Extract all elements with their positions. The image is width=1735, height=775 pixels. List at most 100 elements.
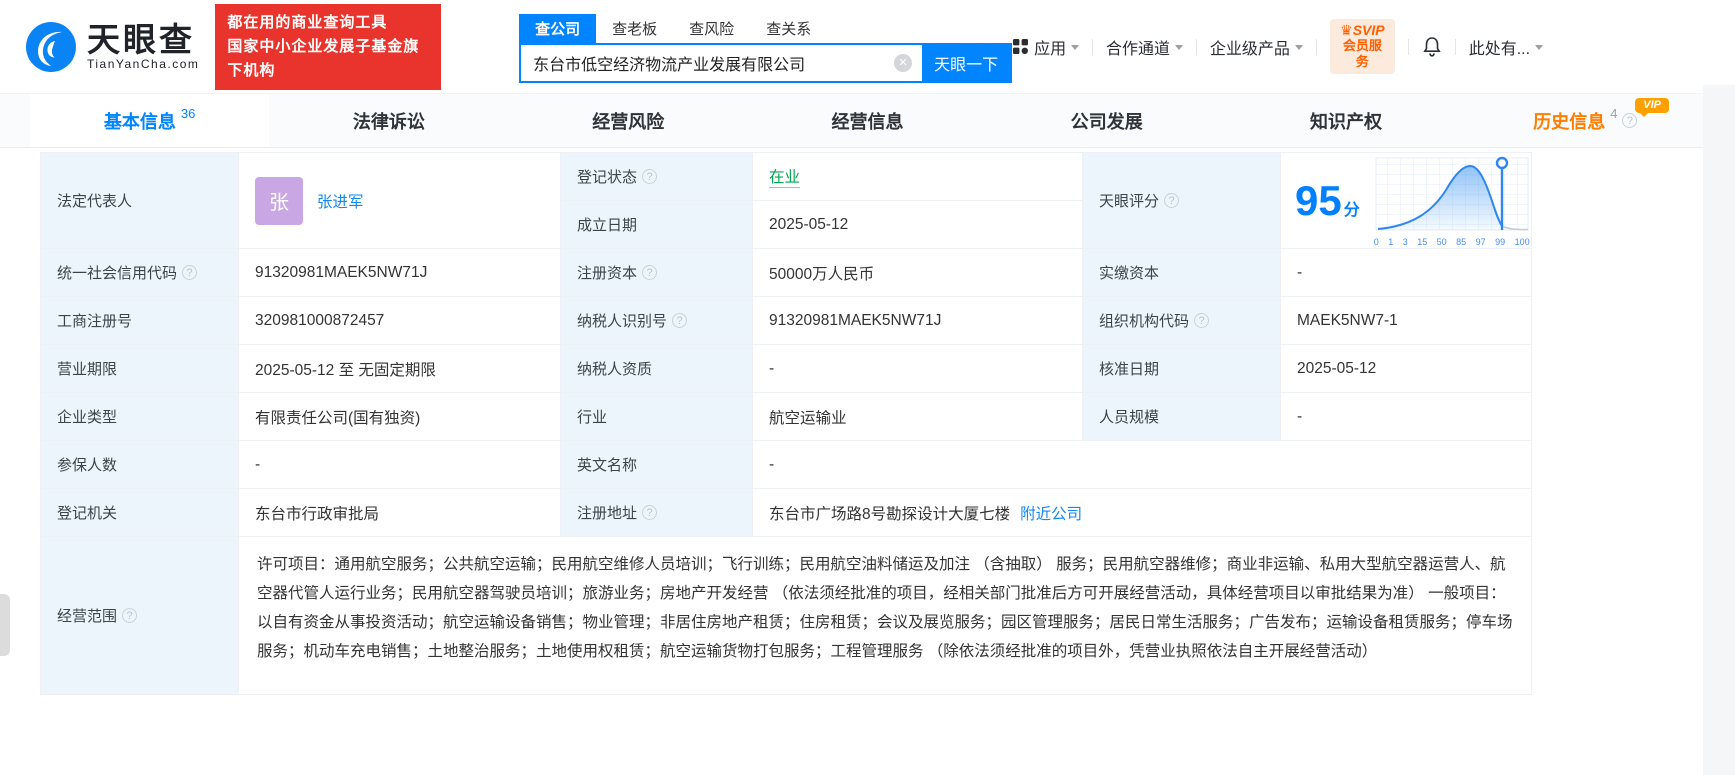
avatar[interactable]: 张	[255, 177, 303, 225]
crown-icon: ♛	[1340, 22, 1353, 38]
tab-basic-info[interactable]: 基本信息 36	[30, 94, 269, 147]
org-code-value: MAEK5NW7-1	[1280, 296, 1531, 344]
side-scroll-thumb[interactable]	[0, 594, 10, 656]
tab-basic-info-count: 36	[181, 106, 195, 121]
tab-history-info[interactable]: VIP 历史信息 4	[1466, 94, 1705, 147]
divider	[1092, 39, 1093, 55]
tab-intellectual-property[interactable]: 知识产权	[1226, 94, 1465, 147]
divider	[1455, 39, 1456, 55]
nav-apps[interactable]: 应用	[1012, 35, 1079, 59]
score-axis-labels: 0131550859799100	[1374, 237, 1530, 247]
chevron-down-icon	[1071, 45, 1079, 50]
tab-legal-label: 法律诉讼	[353, 108, 425, 134]
score-label: 天眼评分	[1082, 152, 1280, 248]
logo[interactable]: 天眼查 TianYanCha.com	[25, 21, 199, 73]
tab-ip-label: 知识产权	[1310, 108, 1382, 134]
help-icon[interactable]	[1622, 113, 1637, 128]
paid-capital-value: -	[1280, 248, 1531, 296]
score-distribution-chart: 0131550859799100	[1374, 154, 1530, 247]
header-nav: 应用 合作通道 企业级产品 ♛SVIP 会员服务 此处有...	[1012, 19, 1543, 74]
nav-enterprise-label: 企业级产品	[1210, 35, 1290, 59]
search-tab-boss[interactable]: 查老板	[596, 14, 673, 43]
tab-legal-proceedings[interactable]: 法律诉讼	[269, 94, 508, 147]
reg-capital-label: 注册资本	[560, 248, 752, 296]
nav-apps-label: 应用	[1034, 35, 1066, 59]
search-button[interactable]: 天眼一下	[922, 45, 1010, 81]
search-box: ✕ 天眼一下	[519, 43, 1012, 83]
brand-name: 天眼查	[87, 23, 199, 57]
registry-value: 东台市行政审批局	[238, 488, 560, 536]
taxpayer-id-label: 纳税人识别号	[560, 296, 752, 344]
approval-date-value: 2025-05-12	[1280, 344, 1531, 392]
search-tab-relation[interactable]: 查关系	[750, 14, 827, 43]
reg-number-value: 320981000872457	[238, 296, 560, 344]
tab-history-label: 历史信息	[1533, 108, 1605, 134]
notification-bell-icon[interactable]	[1422, 36, 1442, 58]
tab-history-count: 4	[1610, 106, 1617, 121]
tab-development-label: 公司发展	[1071, 108, 1143, 134]
reg-number-label: 工商注册号	[40, 296, 238, 344]
reg-capital-value: 50000万人民币	[752, 248, 1082, 296]
reg-status-value: 在业	[752, 152, 1082, 200]
help-icon[interactable]	[642, 505, 657, 520]
establish-date-value: 2025-05-12	[752, 200, 1082, 248]
english-name-value: -	[752, 440, 1531, 488]
taxpayer-quality-value: -	[752, 344, 1082, 392]
tab-operating-info[interactable]: 经营信息	[748, 94, 987, 147]
reg-status-label: 登记状态	[560, 152, 752, 200]
svip-sub-label: 会员服务	[1340, 38, 1385, 70]
page-right-gutter	[1703, 85, 1735, 775]
nav-enterprise[interactable]: 企业级产品	[1210, 35, 1303, 59]
site-header: 天眼查 TianYanCha.com 都在用的商业查询工具 国家中小企业发展子基…	[0, 0, 1735, 93]
tab-operating-risk[interactable]: 经营风险	[509, 94, 748, 147]
vip-badge: VIP	[1635, 98, 1669, 113]
help-icon[interactable]	[122, 608, 137, 623]
nav-account[interactable]: 此处有...	[1469, 35, 1543, 59]
legal-rep-name-link[interactable]: 张进军	[317, 190, 364, 212]
apps-grid-icon	[1012, 38, 1029, 55]
help-icon[interactable]	[182, 265, 197, 280]
help-icon[interactable]	[642, 169, 657, 184]
credit-code-value: 91320981MAEK5NW71J	[238, 248, 560, 296]
chevron-down-icon	[1295, 45, 1303, 50]
industry-value: 航空运输业	[752, 392, 1082, 440]
tab-company-development[interactable]: 公司发展	[987, 94, 1226, 147]
taxpayer-quality-label: 纳税人资质	[560, 344, 752, 392]
help-icon[interactable]	[1194, 313, 1209, 328]
address-value: 东台市广场路8号勘探设计大厦七楼 附近公司	[752, 488, 1531, 536]
nearby-companies-link[interactable]: 附近公司	[1020, 502, 1082, 524]
address-label: 注册地址	[560, 488, 752, 536]
score-value-cell[interactable]: 95 分 01	[1280, 152, 1531, 248]
svip-membership-button[interactable]: ♛SVIP 会员服务	[1330, 19, 1395, 74]
help-icon[interactable]	[672, 313, 687, 328]
help-icon[interactable]	[642, 265, 657, 280]
search-tab-risk[interactable]: 查风险	[673, 14, 750, 43]
search-tabs: 查公司 查老板 查风险 查关系	[519, 14, 1012, 43]
divider	[1316, 39, 1317, 55]
registry-label: 登记机关	[40, 488, 238, 536]
status-badge[interactable]: 在业	[769, 165, 800, 188]
divider	[1408, 39, 1409, 55]
chevron-down-icon	[1175, 45, 1183, 50]
search-tab-company[interactable]: 查公司	[519, 14, 596, 43]
tianyancha-logo-icon	[25, 21, 77, 73]
tab-risk-label: 经营风险	[592, 108, 664, 134]
chevron-down-icon	[1535, 45, 1543, 50]
score-unit: 分	[1344, 196, 1360, 220]
nav-account-label: 此处有...	[1469, 35, 1530, 59]
search-input[interactable]	[521, 45, 922, 81]
tab-operation-label: 经营信息	[831, 108, 903, 134]
nav-partner[interactable]: 合作通道	[1106, 35, 1183, 59]
establish-date-label: 成立日期	[560, 200, 752, 248]
company-section-tabs: 基本信息 36 法律诉讼 经营风险 经营信息 公司发展 知识产权 VIP 历史信…	[0, 93, 1735, 148]
paid-capital-label: 实缴资本	[1082, 248, 1280, 296]
company-type-label: 企业类型	[40, 392, 238, 440]
slogan-line1: 都在用的商业查询工具	[227, 11, 429, 35]
slogan-badge: 都在用的商业查询工具 国家中小企业发展子基金旗下机构	[215, 4, 441, 90]
staff-size-label: 人员规模	[1082, 392, 1280, 440]
basic-info-table: 法定代表人 张 张进军 登记状态 在业 成立日期 2025-05-12 天眼评分…	[40, 152, 1532, 695]
business-term-label: 营业期限	[40, 344, 238, 392]
legal-rep-label: 法定代表人	[40, 152, 238, 248]
business-scope-value: 许可项目：通用航空服务；公共航空运输；民用航空维修人员培训；飞行训练；民用航空油…	[238, 536, 1531, 694]
help-icon[interactable]	[1164, 193, 1179, 208]
